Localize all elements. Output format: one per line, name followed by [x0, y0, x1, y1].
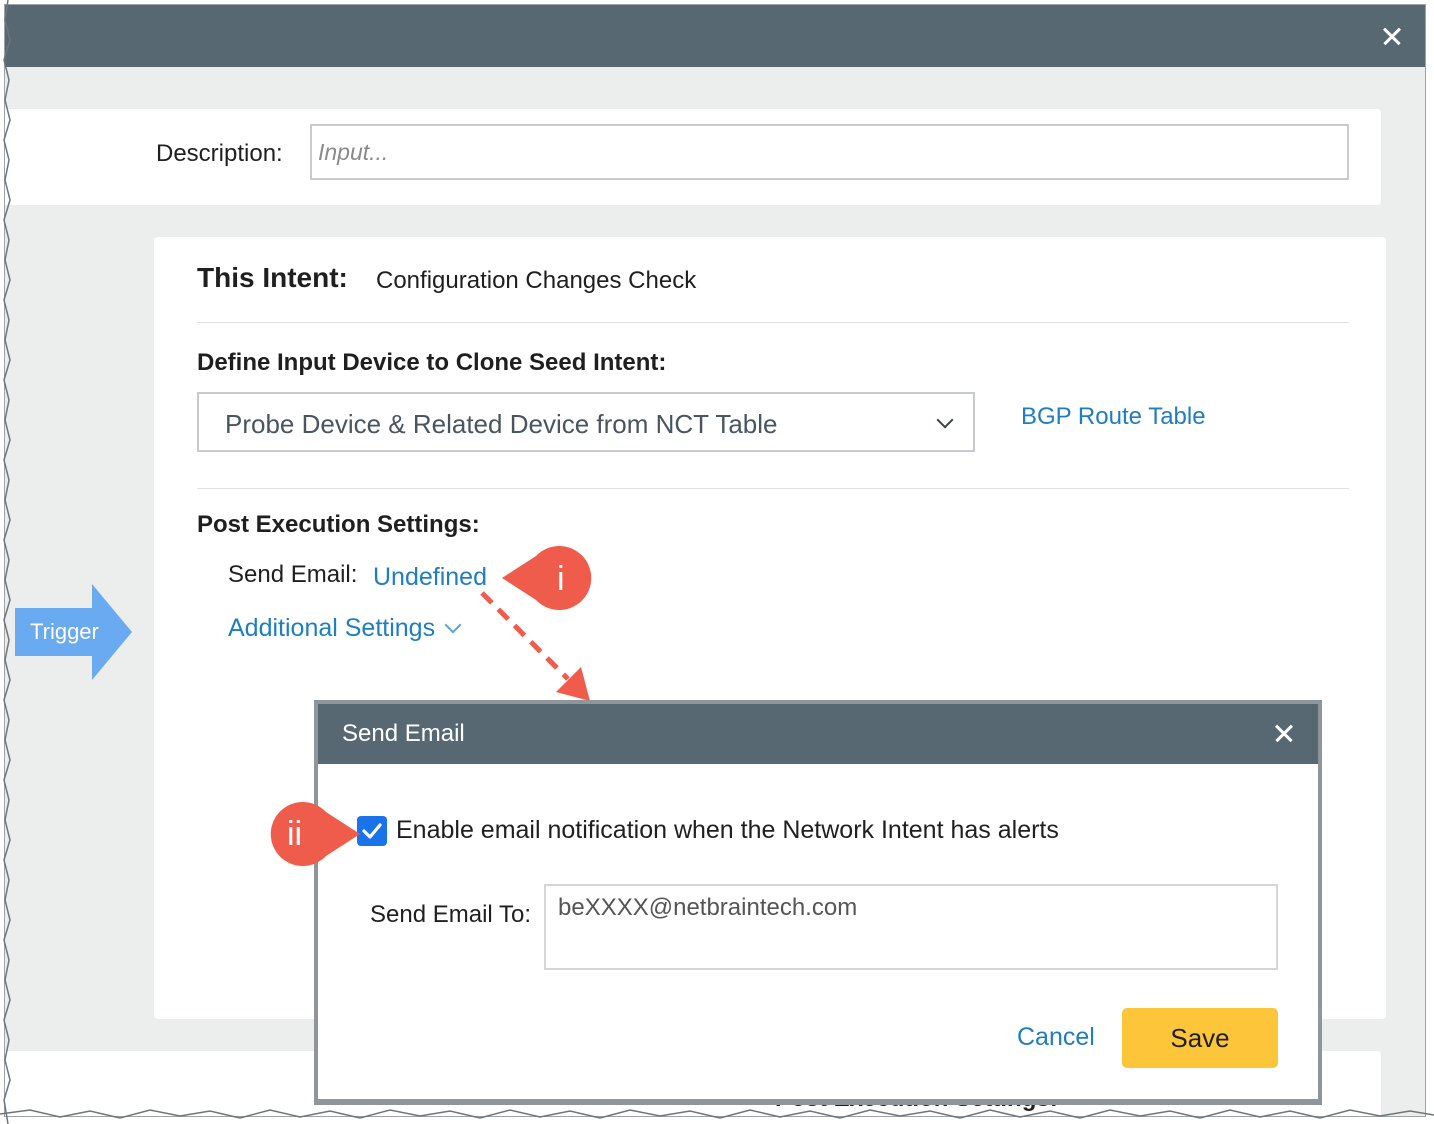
torn-edge-decoration — [0, 0, 1434, 1124]
